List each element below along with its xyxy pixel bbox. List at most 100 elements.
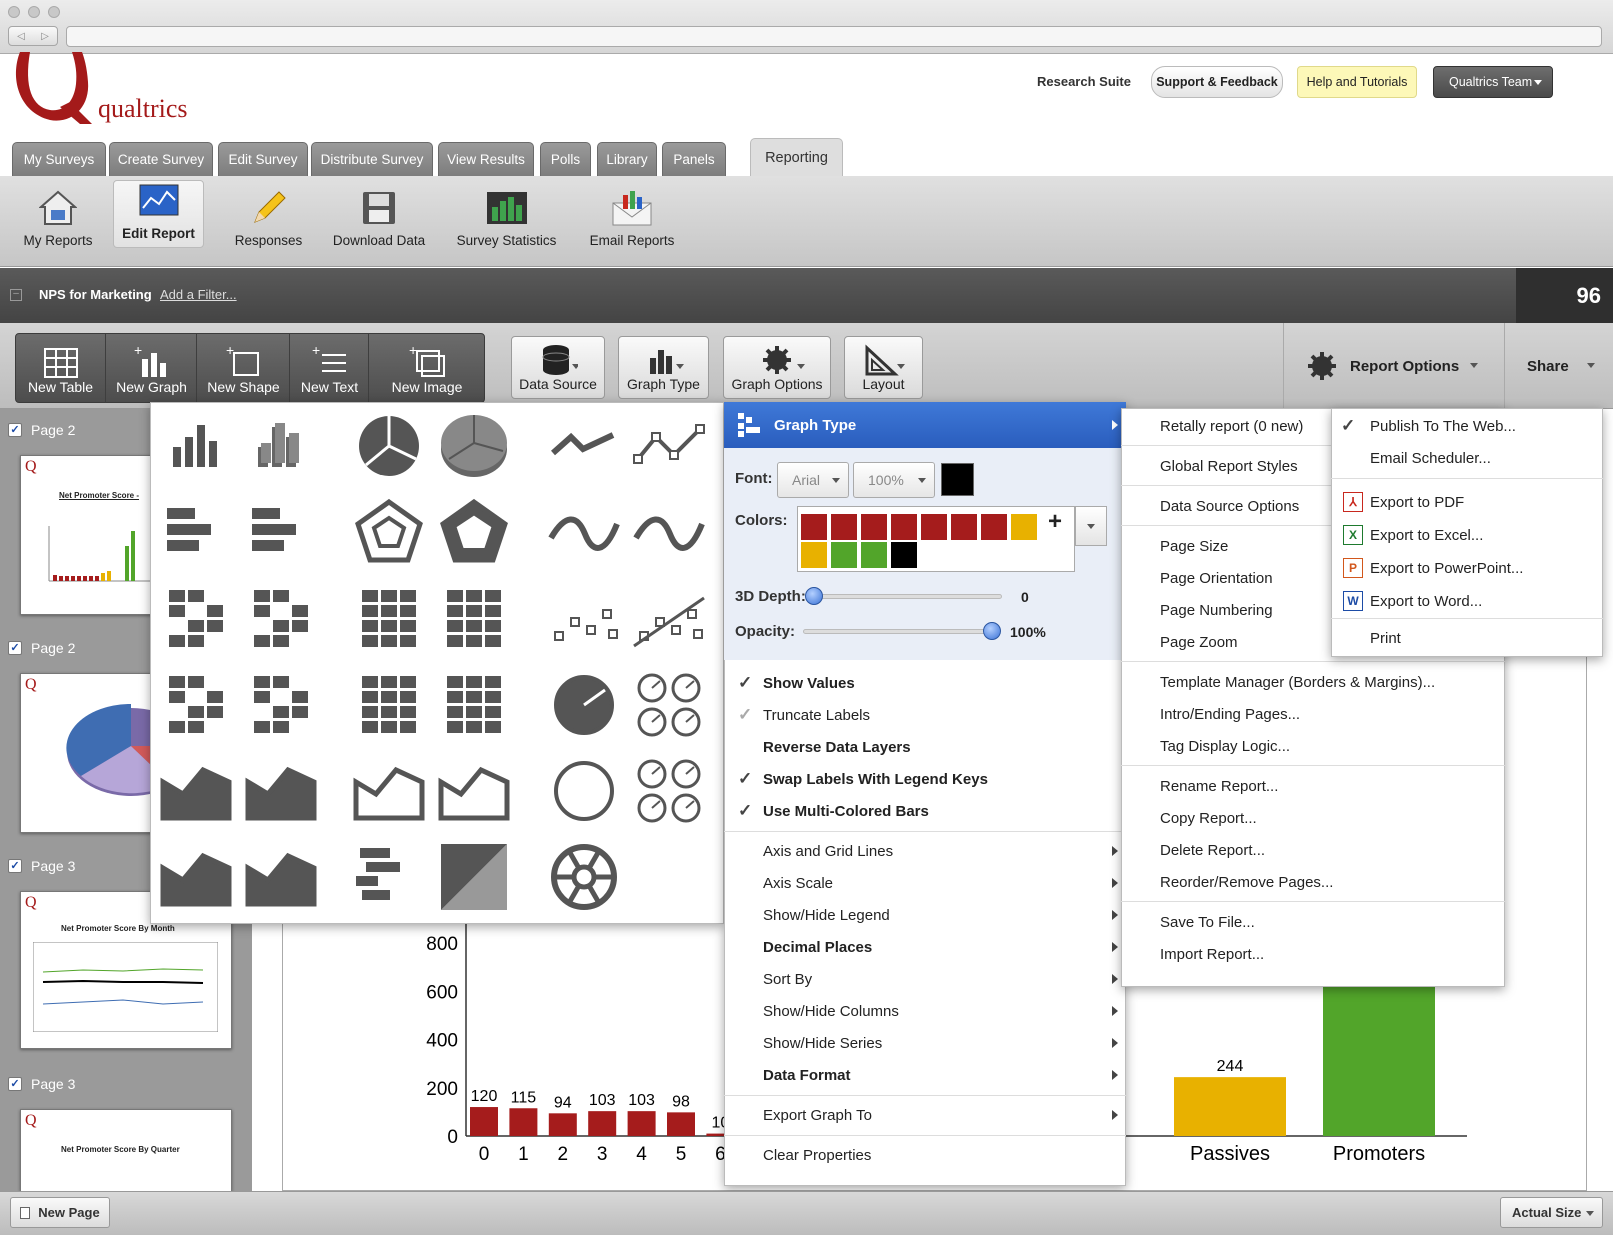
dial-gauge-icon[interactable] (545, 666, 623, 744)
submenu-show-hide-series[interactable]: Show/Hide Series (724, 1027, 1126, 1059)
full-stacked-column-3d-icon[interactable] (435, 580, 513, 658)
ribbon-edit-report[interactable]: Edit Report (113, 180, 204, 248)
new-graph-button[interactable]: + New Graph (107, 333, 197, 403)
share-export-to-pdf[interactable]: ⅄ Export to PDF (1331, 486, 1603, 518)
page-label[interactable]: ✓ Page 3 (0, 1067, 252, 1101)
graph-type-button[interactable]: Graph Type (618, 336, 709, 399)
bar-0[interactable] (470, 1107, 498, 1136)
stacked-area-chart-icon[interactable] (157, 838, 235, 916)
ribbon-my-reports[interactable]: My Reports (14, 180, 102, 254)
bar-1[interactable] (509, 1108, 538, 1136)
color-swatch[interactable] (891, 514, 917, 540)
layout-button[interactable]: Layout (844, 336, 923, 399)
report-menu-rename-report[interactable]: Rename Report... (1121, 770, 1505, 802)
spline-chart-icon[interactable] (545, 494, 623, 572)
ribbon-survey-statistics[interactable]: Survey Statistics (449, 180, 564, 254)
new-image-button[interactable]: + New Image (370, 333, 484, 403)
back-icon[interactable]: ◁ (17, 31, 25, 42)
export-graph-submenu[interactable]: Export Graph To (724, 1099, 1126, 1131)
new-text-button[interactable]: + New Text (291, 333, 369, 403)
tab-create-survey[interactable]: Create Survey (109, 142, 213, 176)
depth-slider-track[interactable] (812, 594, 1002, 599)
report-menu-template-manager-borders-margins[interactable]: Template Manager (Borders & Margins)... (1121, 666, 1505, 698)
full-stacked-bar-icon[interactable] (350, 666, 428, 744)
column-chart-icon[interactable] (157, 407, 235, 485)
color-swatch[interactable] (981, 514, 1007, 540)
toggle-show-values[interactable]: ✓ Show Values (724, 667, 1126, 699)
font-select[interactable]: Arial (777, 462, 849, 498)
spline-marker-chart-icon[interactable] (630, 494, 708, 572)
report-menu-copy-report[interactable]: Copy Report... (1121, 802, 1505, 834)
tab-panels[interactable]: Panels (662, 142, 726, 176)
new-page-button[interactable]: New Page (10, 1197, 110, 1228)
tab-view-results[interactable]: View Results (438, 142, 534, 176)
help-tutorials-button[interactable]: Help and Tutorials (1297, 66, 1417, 98)
forward-icon[interactable]: ▷ (41, 31, 49, 42)
color-swatch[interactable] (831, 514, 857, 540)
color-swatch[interactable] (861, 514, 887, 540)
zoom-select[interactable]: Actual Size (1500, 1197, 1603, 1228)
page-checkbox[interactable]: ✓ (8, 1077, 22, 1091)
wheel-chart-icon[interactable] (545, 838, 623, 916)
window-minimize-icon[interactable] (28, 6, 40, 18)
page-thumbnail[interactable]: Q Net Promoter Score By Quarter (20, 1109, 232, 1191)
toggle-swap-labels-with-legend-keys[interactable]: ✓ Swap Labels With Legend Keys (724, 763, 1126, 795)
color-swatch[interactable] (861, 542, 887, 568)
full-stacked-column-icon[interactable] (350, 580, 428, 658)
color-swatch[interactable] (891, 542, 917, 568)
radar-chart-icon[interactable] (350, 494, 428, 572)
bar-5[interactable] (667, 1112, 695, 1136)
submenu-axis-and-grid-lines[interactable]: Axis and Grid Lines (724, 835, 1126, 867)
window-close-icon[interactable] (8, 6, 20, 18)
color-swatch[interactable] (831, 542, 857, 568)
clear-properties-item[interactable]: Clear Properties (724, 1139, 1126, 1171)
horizontal-bar-chart-icon[interactable] (157, 494, 235, 572)
bar-2[interactable] (548, 1113, 577, 1136)
color-swatch[interactable] (1011, 514, 1037, 540)
bar-4[interactable] (627, 1111, 656, 1136)
column-3d-chart-icon[interactable] (242, 407, 320, 485)
toggle-truncate-labels[interactable]: ✓ Truncate Labels (724, 699, 1126, 731)
tab-edit-survey[interactable]: Edit Survey (218, 142, 308, 176)
share-export-to-excel[interactable]: X Export to Excel... (1331, 519, 1603, 551)
graph-options-button[interactable]: Graph Options (723, 336, 831, 399)
data-source-button[interactable]: Data Source (511, 336, 605, 399)
ribbon-email-reports[interactable]: Email Reports (580, 180, 684, 254)
color-swatch[interactable] (921, 514, 947, 540)
pie-3d-chart-icon[interactable] (435, 407, 513, 485)
full-stacked-bar-3d-icon[interactable] (435, 666, 513, 744)
publish-web-item[interactable]: ✓ Publish To The Web... (1331, 410, 1603, 442)
line-area-chart-icon[interactable] (350, 752, 428, 830)
collapse-icon[interactable]: – (10, 289, 22, 301)
team-menu-button[interactable]: Qualtrics Team (1433, 66, 1553, 98)
add-color-icon[interactable]: + (1041, 508, 1069, 536)
url-bar[interactable] (66, 26, 1602, 47)
page-checkbox[interactable]: ✓ (8, 423, 22, 437)
area-chart-icon[interactable] (157, 752, 235, 830)
report-menu-tag-display-logic[interactable]: Tag Display Logic... (1121, 730, 1505, 762)
submenu-axis-scale[interactable]: Axis Scale (724, 867, 1126, 899)
half-gauge-icon[interactable] (545, 752, 623, 830)
window-zoom-icon[interactable] (48, 6, 60, 18)
report-menu-save-to-file[interactable]: Save To File... (1121, 906, 1505, 938)
stacked-column-3d-icon[interactable] (242, 580, 320, 658)
add-filter-link[interactable]: Add a Filter... (160, 287, 237, 302)
stacked-bar-chart-icon[interactable] (157, 666, 235, 744)
submenu-show-hide-columns[interactable]: Show/Hide Columns (724, 995, 1126, 1027)
line-area-3d-icon[interactable] (435, 752, 513, 830)
stacked-area-3d-icon[interactable] (242, 838, 320, 916)
ribbon-download-data[interactable]: Download Data (325, 180, 433, 254)
share-export-to-word[interactable]: W Export to Word... (1331, 585, 1603, 617)
tab-my-surveys[interactable]: My Surveys (12, 142, 106, 176)
email-scheduler-item[interactable]: Email Scheduler... (1331, 442, 1603, 474)
radar-filled-chart-icon[interactable] (435, 494, 513, 572)
font-color-swatch[interactable] (941, 463, 974, 496)
graph-type-submenu-header[interactable]: Graph Type (724, 402, 1126, 448)
opacity-slider-track[interactable] (803, 629, 993, 634)
tab-reporting[interactable]: Reporting (750, 138, 843, 177)
submenu-data-format[interactable]: Data Format (724, 1059, 1126, 1091)
stacked-bar-3d-icon[interactable] (242, 666, 320, 744)
horizontal-bar-3d-icon[interactable] (242, 494, 320, 572)
page-checkbox[interactable]: ✓ (8, 859, 22, 873)
report-menu-intro-ending-pages[interactable]: Intro/Ending Pages... (1121, 698, 1505, 730)
